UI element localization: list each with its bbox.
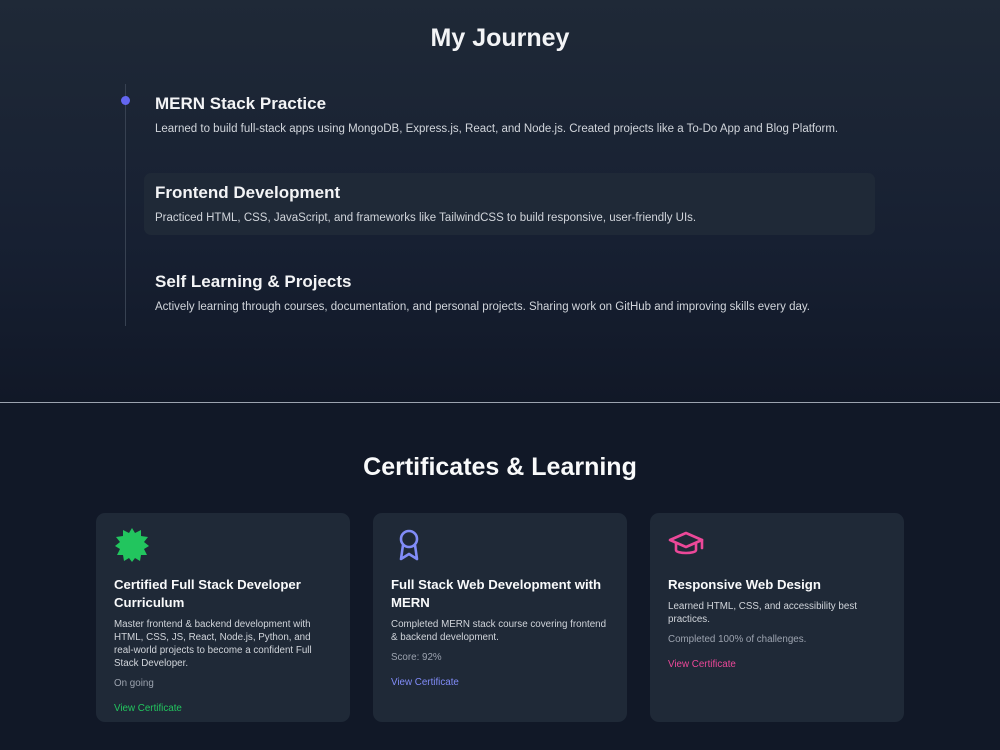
view-certificate-link[interactable]: View Certificate xyxy=(391,677,459,688)
certificate-description: Master frontend & backend development wi… xyxy=(114,619,312,669)
certificate-card-mern: Full Stack Web Development with MERN Com… xyxy=(373,513,627,722)
certificates-title: Certificates & Learning xyxy=(363,453,637,481)
certificate-status: Score: 92% xyxy=(391,652,442,663)
journey-title: My Journey xyxy=(430,24,570,52)
view-certificate-link[interactable]: View Certificate xyxy=(668,659,736,670)
certificate-description: Learned HTML, CSS, and accessibility bes… xyxy=(668,601,857,625)
certificate-title: Full Stack Web Development with MERN xyxy=(391,577,602,610)
timeline-item-frontend: Frontend Development Practiced HTML, CSS… xyxy=(144,173,875,235)
certificate-status: On going xyxy=(114,678,154,689)
view-certificate-link[interactable]: View Certificate xyxy=(114,703,182,714)
certificate-card-responsive: Responsive Web Design Learned HTML, CSS,… xyxy=(650,513,904,722)
certificates-section: Certificates & Learning Certified Full S… xyxy=(0,403,1000,750)
timeline-item-title: MERN Stack Practice xyxy=(155,94,327,113)
timeline-dot xyxy=(121,96,130,105)
timeline-item-title: Self Learning & Projects xyxy=(155,272,352,291)
certificate-card-full-stack: Certified Full Stack Developer Curriculu… xyxy=(96,513,350,722)
certificate-description: Completed MERN stack course covering fro… xyxy=(391,619,607,643)
award-ribbon-icon xyxy=(391,528,609,562)
timeline-item-description: Learned to build full-stack apps using M… xyxy=(155,123,839,135)
badge-icon xyxy=(114,528,332,562)
timeline-item-mern: MERN Stack Practice Learned to build ful… xyxy=(144,84,875,146)
certificate-title: Certified Full Stack Developer Curriculu… xyxy=(114,577,301,610)
timeline-item-title: Frontend Development xyxy=(155,183,341,202)
timeline-item-self-learning: Self Learning & Projects Actively learni… xyxy=(144,262,875,324)
certificate-title: Responsive Web Design xyxy=(668,577,821,592)
timeline-line xyxy=(125,84,126,326)
timeline-item-description: Practiced HTML, CSS, JavaScript, and fra… xyxy=(155,212,697,224)
journey-section: My Journey MERN Stack Practice Learned t… xyxy=(0,0,1000,402)
timeline-item-description: Actively learning through courses, docum… xyxy=(155,301,810,313)
graduation-cap-icon xyxy=(668,528,886,562)
certificate-status: Completed 100% of challenges. xyxy=(668,634,807,645)
